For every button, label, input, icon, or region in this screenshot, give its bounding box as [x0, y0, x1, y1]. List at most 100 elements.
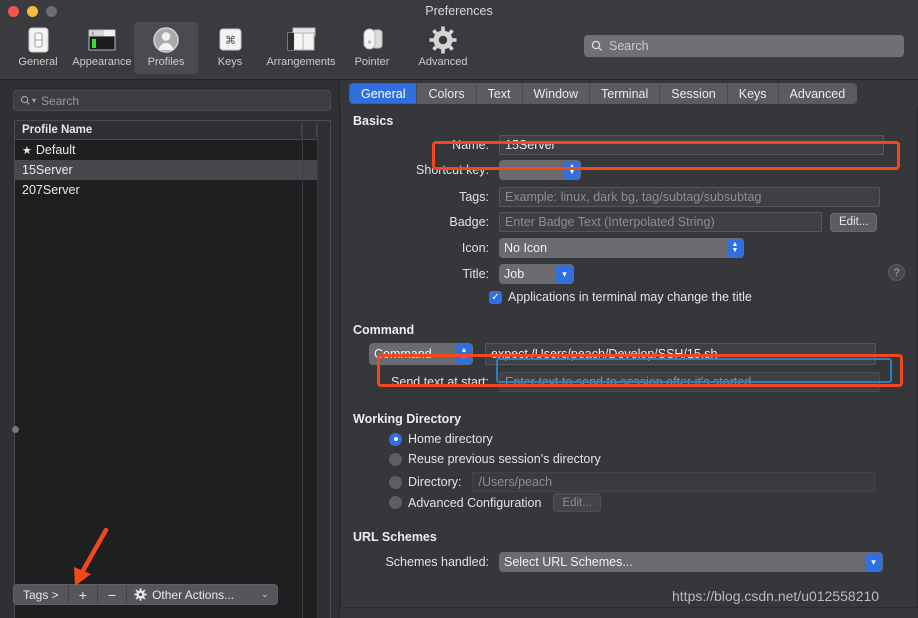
tab-keys[interactable]: Keys	[727, 84, 779, 103]
arrangements-icon	[285, 25, 317, 55]
tab-colors[interactable]: Colors	[417, 84, 477, 103]
window-title: Preferences	[425, 4, 493, 18]
send-text-input[interactable]: Enter text to send to session after it's…	[499, 372, 880, 392]
search-icon	[591, 40, 603, 52]
profile-row-label: 207Server	[22, 183, 80, 197]
profile-row-207server[interactable]: 207Server	[15, 180, 330, 200]
sidebar-resize-handle[interactable]	[12, 426, 19, 433]
tab-general[interactable]: General	[350, 84, 418, 103]
chevron-down-icon: ⌄	[261, 589, 269, 599]
field-row-schemes-handled: Schemes handled: Select URL Schemes... ▾	[353, 552, 883, 572]
tab-advanced[interactable]: Advanced	[778, 84, 857, 103]
radio-row-directory[interactable]: Directory: /Users/peach	[389, 472, 879, 492]
directory-input[interactable]: /Users/peach	[472, 472, 876, 492]
home-directory-radio[interactable]	[389, 432, 402, 446]
column-divider	[302, 121, 303, 618]
stepper-arrows-icon: ▲ ▼	[564, 161, 580, 179]
tags-button[interactable]: Tags >	[14, 585, 69, 604]
field-row-command: Command ▲ ▼ expect /Users/peach/Develop/S…	[369, 343, 876, 365]
directory-radio[interactable]	[389, 475, 402, 489]
advanced-configuration-edit-button[interactable]: Edit...	[553, 493, 601, 512]
advanced-icon	[429, 25, 457, 55]
field-row-app-title-checkbox: ✓ Applications in terminal may change th…	[489, 290, 752, 304]
tab-text[interactable]: Text	[476, 84, 523, 103]
column-header-profile-name[interactable]: Profile Name	[15, 124, 301, 136]
preferences-toolbar: General x Appearance Profiles ⌘ Keys Arr…	[0, 22, 918, 80]
section-title-url-schemes: URL Schemes	[353, 530, 437, 544]
schemes-handled-value: Select URL Schemes...	[504, 555, 633, 569]
profile-row-label: 15Server	[22, 163, 73, 177]
home-directory-label: Home directory	[408, 432, 493, 446]
field-row-title: Title: Job ▾	[353, 264, 574, 284]
svg-text:⌘: ⌘	[225, 35, 236, 47]
toolbar-item-label: Pointer	[354, 56, 390, 68]
reuse-directory-radio[interactable]	[389, 452, 402, 466]
stepper-arrows-icon: ▲ ▼	[456, 344, 472, 364]
title-value: Job	[504, 267, 525, 281]
field-row-shortcut-key: Shortcut key: ▲ ▼	[353, 160, 581, 180]
toolbar-item-pointer[interactable]: Pointer	[340, 22, 404, 74]
field-row-badge: Badge: Enter Badge Text (Interpolated St…	[353, 212, 878, 232]
reuse-directory-label: Reuse previous session's directory	[408, 452, 601, 466]
list-scroll-gutter[interactable]	[317, 121, 330, 618]
toolbar-item-label: General	[18, 56, 58, 68]
star-icon: ★	[22, 144, 32, 157]
name-input[interactable]: 15Server	[499, 135, 884, 155]
tab-terminal[interactable]: Terminal	[590, 84, 661, 103]
shortcut-key-popup[interactable]: ▲ ▼	[499, 160, 581, 180]
add-profile-button[interactable]: +	[69, 585, 98, 604]
field-row-name: Name: 15Server	[353, 135, 891, 155]
field-row-tags: Tags: Example: linux, dark bg, tag/subta…	[353, 187, 880, 207]
appearance-icon: x	[87, 25, 117, 55]
profile-settings-panel: General Colors Text Window Terminal Sess…	[340, 80, 918, 618]
chevron-down-icon: ▾	[865, 553, 882, 571]
help-button[interactable]: ?	[888, 264, 905, 281]
profile-row-15server[interactable]: 15Server	[15, 160, 330, 180]
profile-row-default[interactable]: ★ Default	[15, 140, 330, 160]
send-text-label: Send text at start:	[391, 375, 489, 389]
tab-window[interactable]: Window	[522, 84, 591, 103]
section-title-working-directory: Working Directory	[353, 412, 462, 426]
icon-popup[interactable]: No Icon ▲ ▼	[499, 238, 744, 258]
toolbar-item-appearance[interactable]: x Appearance	[70, 22, 134, 74]
schemes-handled-popup[interactable]: Select URL Schemes... ▾	[499, 552, 883, 572]
radio-row-reuse-directory[interactable]: Reuse previous session's directory	[389, 452, 601, 466]
remove-profile-button[interactable]: −	[98, 585, 128, 604]
title-popup[interactable]: Job ▾	[499, 264, 574, 284]
title-label: Title:	[462, 267, 489, 281]
radio-row-home-directory[interactable]: Home directory	[389, 432, 493, 446]
profile-actions-bar: Tags > + − Other Actions... ⌄	[13, 584, 278, 605]
name-label: Name:	[452, 138, 489, 152]
tags-label: Tags:	[459, 190, 489, 204]
profiles-icon	[152, 25, 180, 55]
chevron-down-icon: ▾	[32, 96, 37, 105]
command-mode-popup[interactable]: Command ▲ ▼	[369, 343, 473, 365]
profile-search-input[interactable]: ▾ Search	[13, 90, 331, 111]
other-actions-button[interactable]: Other Actions... ⌄	[127, 585, 277, 604]
advanced-configuration-radio[interactable]	[389, 496, 402, 509]
badge-edit-button[interactable]: Edit...	[830, 212, 878, 232]
schemes-handled-label: Schemes handled:	[385, 555, 489, 569]
toolbar-item-general[interactable]: General	[6, 22, 70, 74]
section-title-command: Command	[353, 323, 415, 337]
window-body: ▾ Search Profile Name ★ Default 15Server…	[0, 80, 918, 618]
badge-input[interactable]: Enter Badge Text (Interpolated String)	[499, 212, 822, 232]
toolbar-item-label: Keys	[217, 56, 243, 68]
radio-row-advanced-configuration[interactable]: Advanced Configuration Edit...	[389, 493, 601, 512]
toolbar-search-field[interactable]: Search	[584, 35, 904, 57]
tab-session[interactable]: Session	[660, 84, 728, 103]
general-icon	[25, 25, 52, 55]
toolbar-search-placeholder: Search	[609, 39, 649, 53]
command-input[interactable]: expect /Users/peach/Develop/SSH/15.sh	[485, 343, 876, 365]
keys-icon: ⌘	[217, 25, 244, 55]
app-title-checkbox[interactable]: ✓	[489, 290, 502, 304]
toolbar-item-keys[interactable]: ⌘ Keys	[198, 22, 262, 74]
tags-input[interactable]: Example: linux, dark bg, tag/subtag/subs…	[499, 187, 880, 207]
toolbar-item-arrangements[interactable]: Arrangements	[262, 22, 340, 74]
toolbar-item-profiles[interactable]: Profiles	[134, 22, 198, 74]
search-icon	[20, 95, 30, 105]
toolbar-item-advanced[interactable]: Advanced	[404, 22, 482, 74]
settings-tab-bar: General Colors Text Window Terminal Sess…	[349, 83, 858, 104]
chevron-down-icon: ▾	[556, 265, 573, 283]
section-title-basics: Basics	[353, 114, 394, 128]
